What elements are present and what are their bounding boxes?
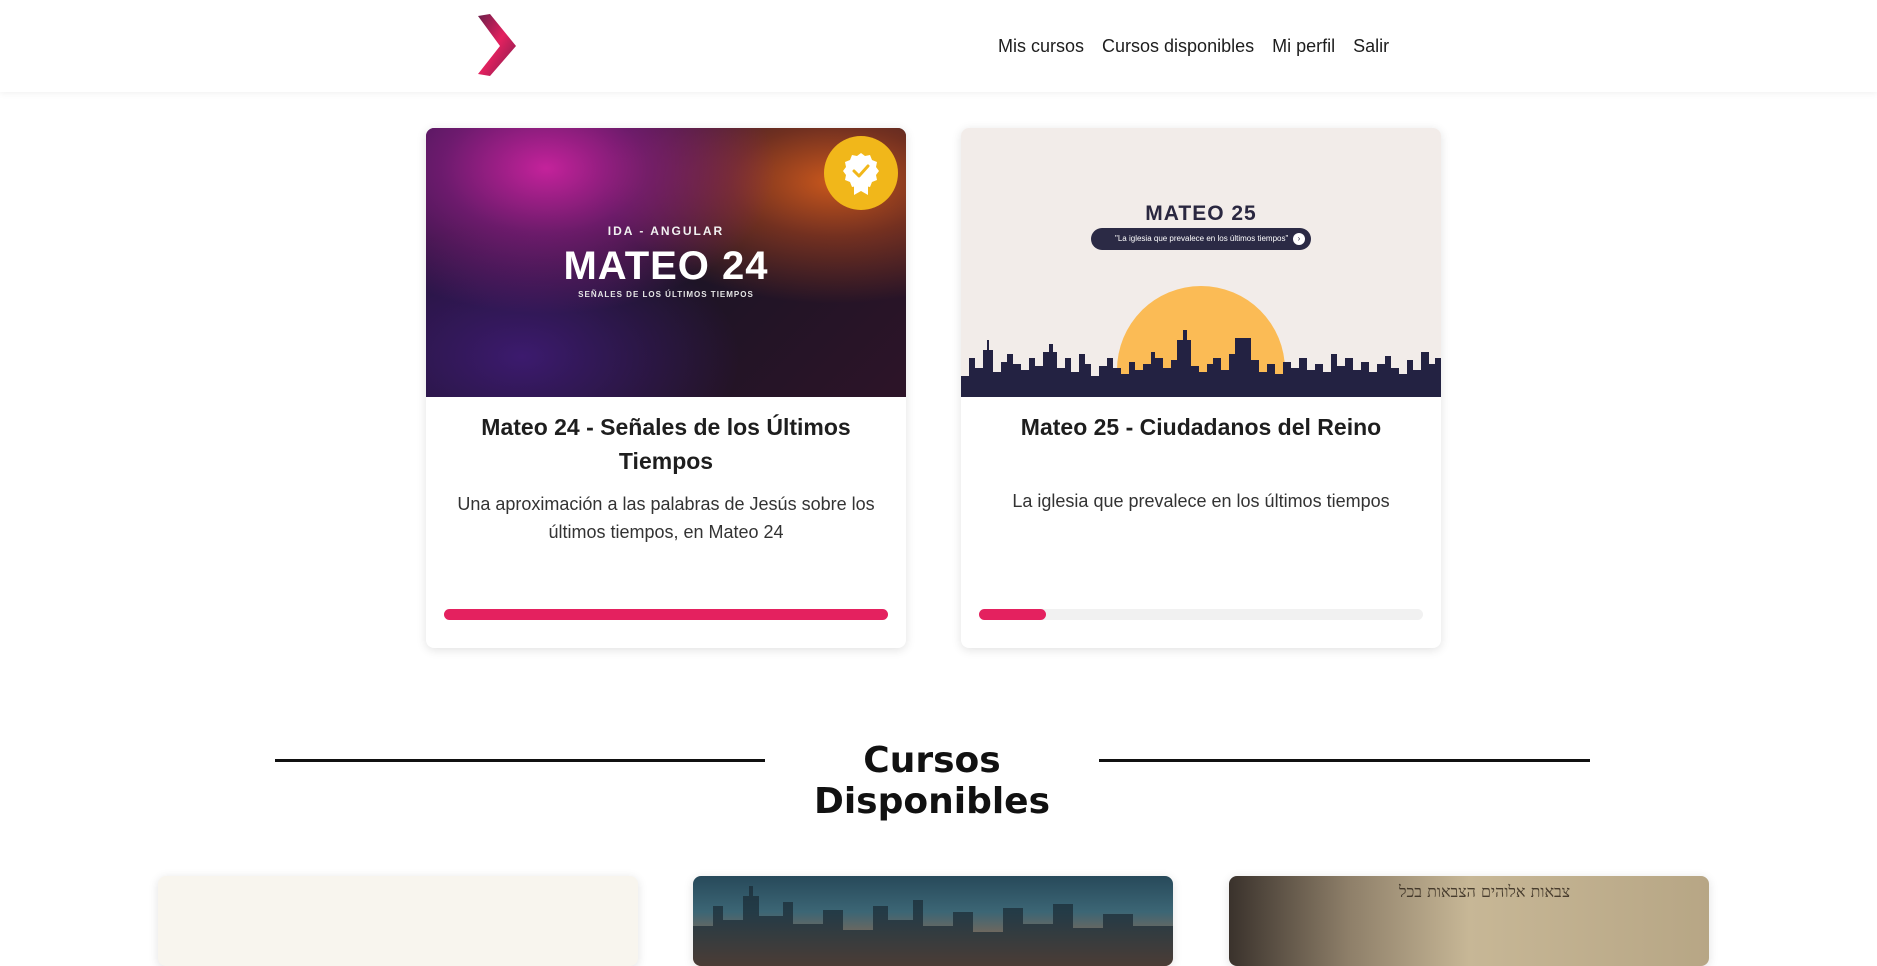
- nav-mi-perfil[interactable]: Mi perfil: [1272, 36, 1335, 57]
- available-course-card[interactable]: צבאות אלוהים הצבאות בכל: [1229, 876, 1709, 966]
- main-nav: Mis cursos Cursos disponibles Mi perfil …: [998, 36, 1407, 57]
- arrow-right-icon: ›: [1293, 233, 1305, 245]
- thumbnail-kicker: IDA - ANGULAR: [607, 224, 725, 238]
- course-title[interactable]: Mateo 24 - Señales de los Últimos Tiempo…: [456, 410, 876, 478]
- nav-salir[interactable]: Salir: [1353, 36, 1389, 57]
- nav-mis-cursos[interactable]: Mis cursos: [998, 36, 1084, 57]
- course-title[interactable]: Mateo 25 - Ciudadanos del Reino: [991, 410, 1411, 444]
- course-thumbnail[interactable]: MATEO 25 "La iglesia que prevalece en lo…: [961, 128, 1441, 397]
- course-thumbnail[interactable]: IDA - ANGULAR MATEO 24 SEÑALES DE LOS ÚL…: [426, 128, 906, 397]
- thumbnail-headline: MATEO 24: [563, 244, 769, 288]
- section-divider-left: [275, 759, 765, 762]
- course-description: La iglesia que prevalece en los últimos …: [1012, 491, 1390, 511]
- nav-cursos-disponibles[interactable]: Cursos disponibles: [1102, 36, 1254, 57]
- section-title-cursos-disponibles: Cursos Disponibles: [813, 740, 1051, 822]
- hebrew-scroll-text: צבאות אלוהים הצבאות בכל: [1399, 882, 1571, 901]
- course-card-mateo-25[interactable]: MATEO 25 "La iglesia que prevalece en lo…: [961, 128, 1441, 648]
- course-progress-bar: [979, 609, 1423, 620]
- certificate-badge-icon: [824, 136, 898, 210]
- brand-logo-icon[interactable]: [470, 10, 520, 80]
- progress-fill: [444, 609, 888, 620]
- course-progress-bar: [444, 609, 888, 620]
- available-course-card[interactable]: [693, 876, 1173, 966]
- thumbnail-tagline-text: "La iglesia que prevalece en los últimos…: [1115, 234, 1289, 243]
- thumbnail-subtitle: SEÑALES DE LOS ÚLTIMOS TIEMPOS: [578, 290, 754, 299]
- section-divider-right: [1099, 759, 1590, 762]
- thumbnail-tagline: "La iglesia que prevalece en los últimos…: [1091, 228, 1311, 250]
- progress-fill: [979, 609, 1046, 620]
- course-description: Una aproximación a las palabras de Jesús…: [457, 494, 875, 542]
- course-card-mateo-24[interactable]: IDA - ANGULAR MATEO 24 SEÑALES DE LOS ÚL…: [426, 128, 906, 648]
- available-course-card[interactable]: [158, 876, 638, 966]
- city-night-thumbnail: [693, 886, 1173, 966]
- site-header: Mis cursos Cursos disponibles Mi perfil …: [0, 0, 1877, 92]
- thumbnail-headline: MATEO 25: [1145, 202, 1257, 225]
- city-skyline-graphic: [961, 330, 1441, 397]
